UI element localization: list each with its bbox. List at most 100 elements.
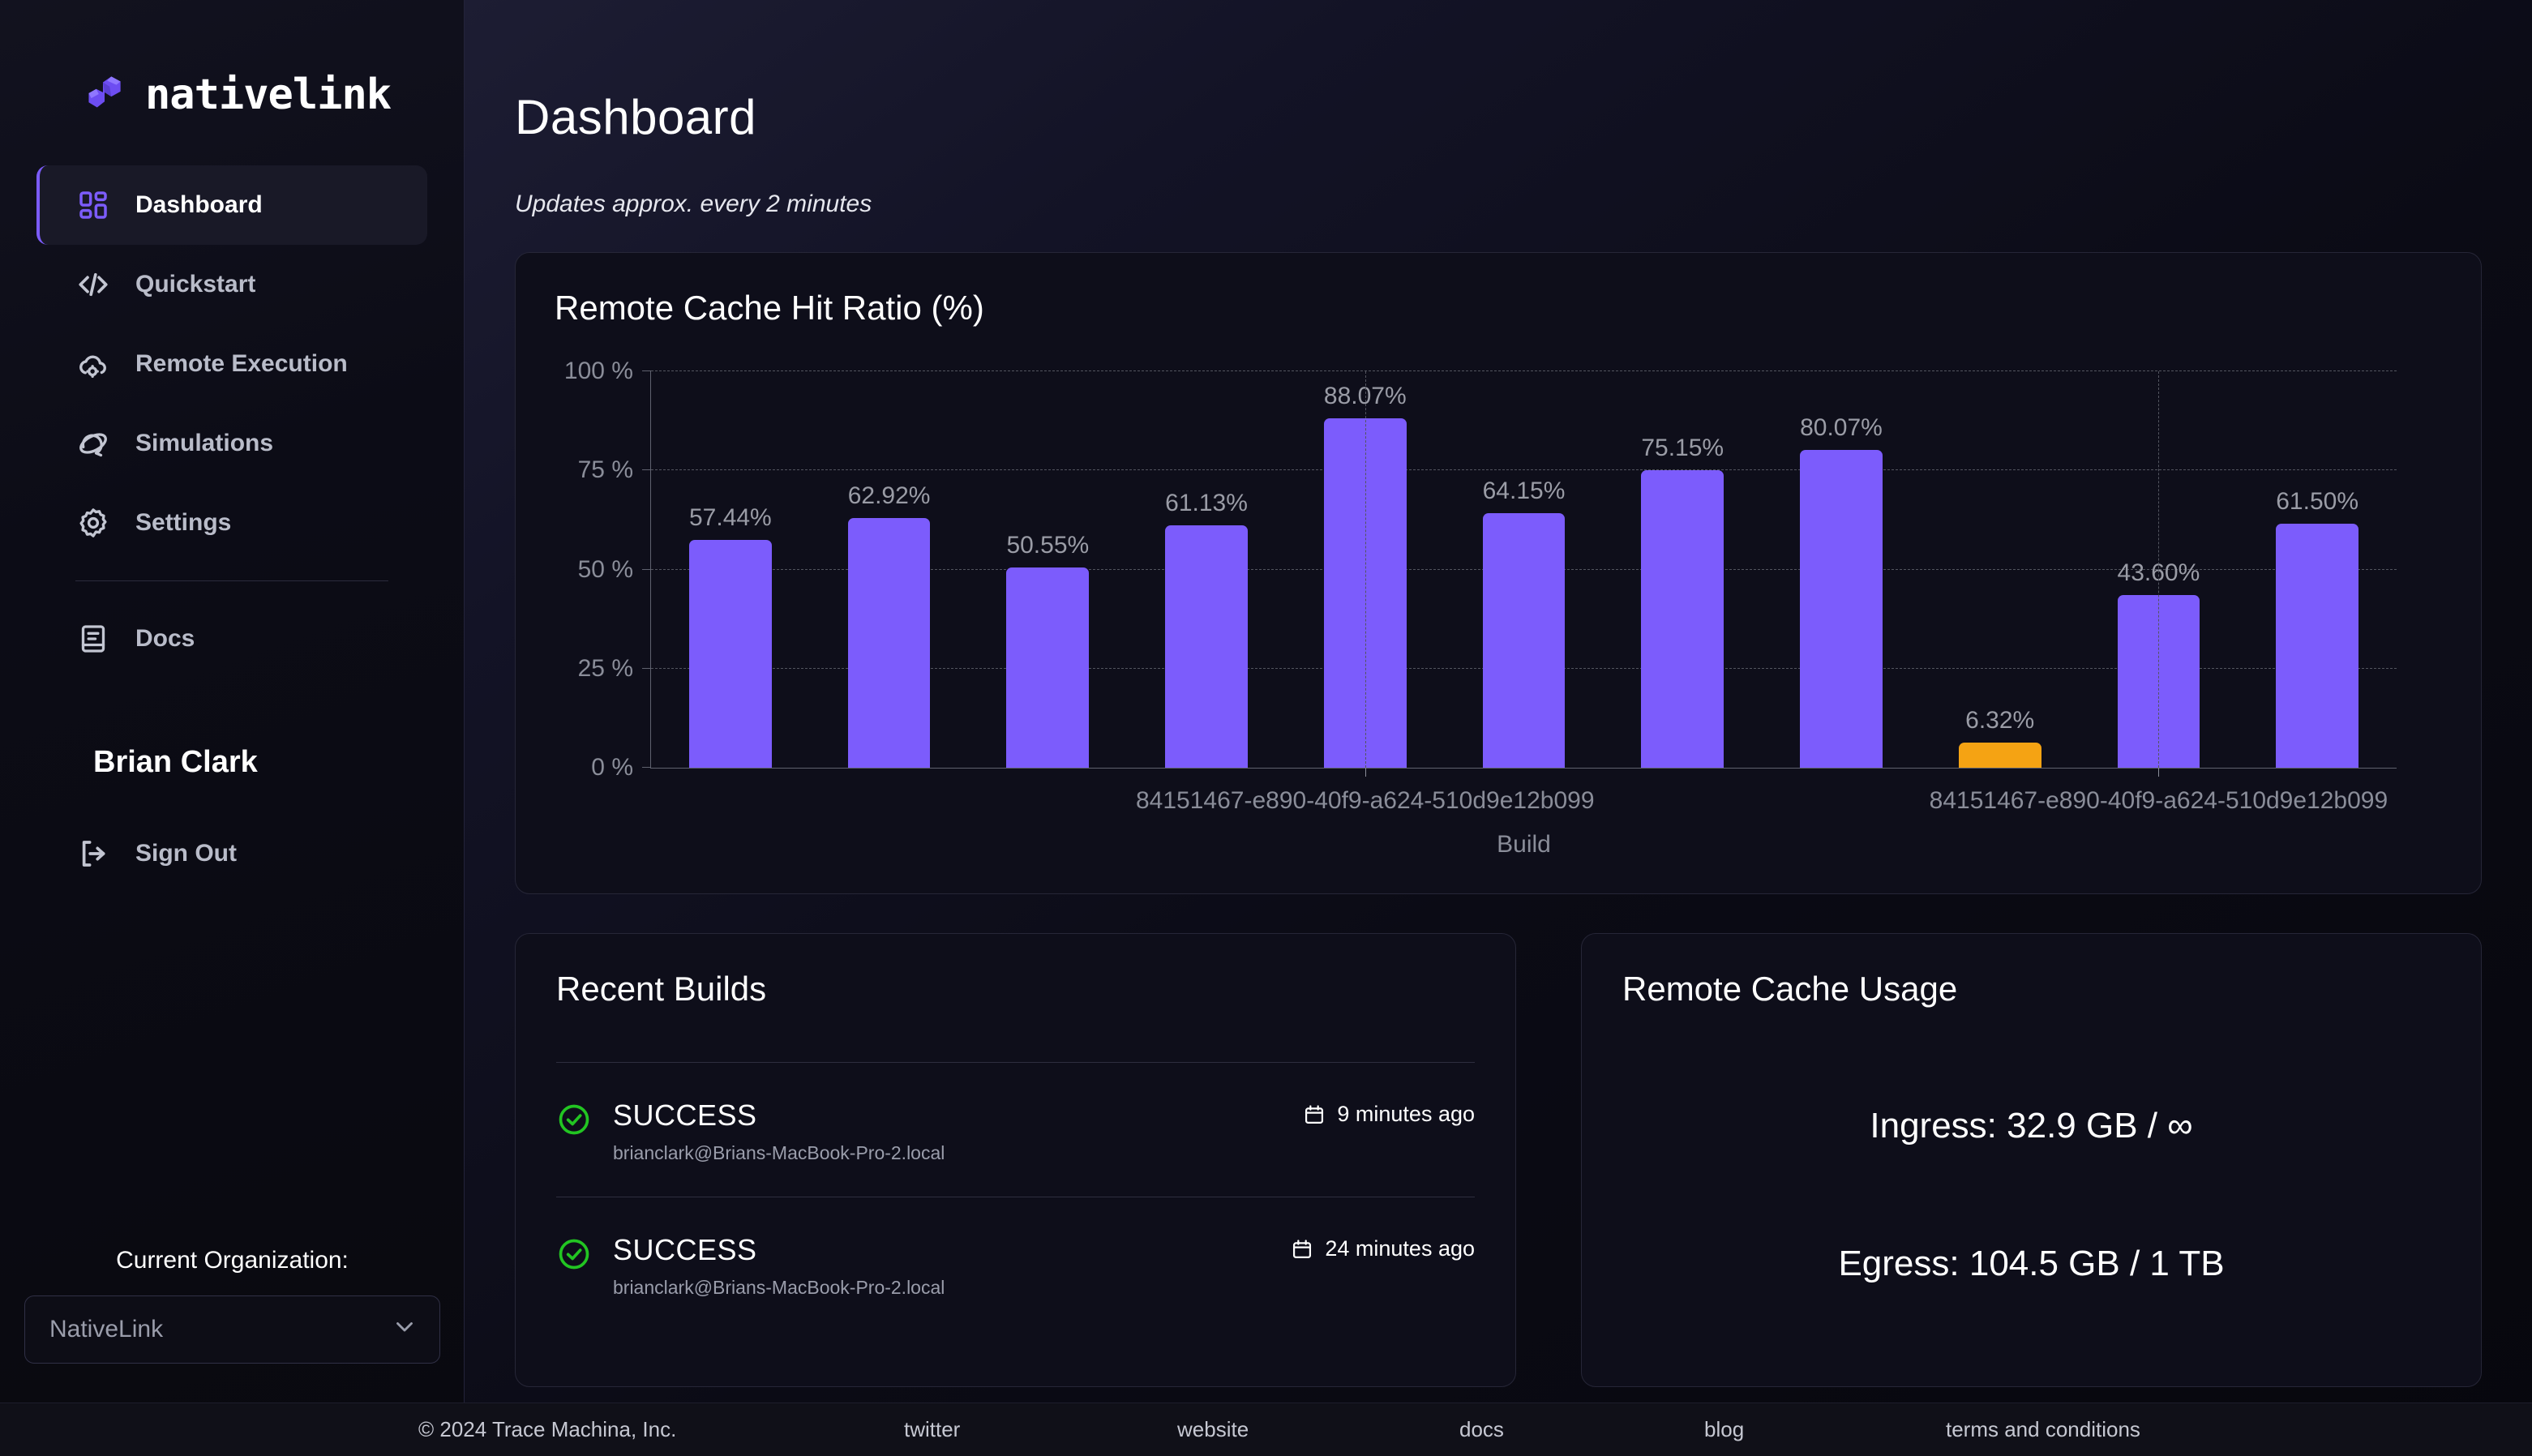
chart-y-tick (642, 568, 651, 570)
chart-bar-value-label: 50.55% (1006, 531, 1090, 559)
chart-bar-value-label: 6.32% (1965, 707, 2035, 734)
sidebar-item-label: Remote Execution (135, 350, 348, 377)
chart-y-tick-label: 50 % (577, 555, 633, 583)
orbit-icon (75, 426, 111, 461)
chart-x-tick-label: 84151467-e890-40f9-a624-510d9e12b099 (1929, 787, 2388, 814)
sidebar-item-label: Simulations (135, 430, 274, 456)
build-text-block: SUCCESS brianclark@Brians-MacBook-Pro-2.l… (613, 1098, 945, 1164)
calendar-icon (1303, 1103, 1326, 1126)
sidebar-item-label: Docs (135, 625, 195, 652)
nativelink-logo-icon (77, 68, 131, 122)
remote-cache-usage-card: Remote Cache Usage Ingress: 32.9 GB / ∞ … (1581, 933, 2482, 1387)
build-status: SUCCESS (613, 1098, 757, 1132)
recent-builds-card: Recent Builds SUCCESS brianclark@Brians-M… (515, 933, 1516, 1387)
chart-bar[interactable] (1165, 525, 1248, 768)
chart-bar-value-label: 62.92% (847, 482, 931, 510)
build-info: SUCCESS brianclark@Brians-MacBook-Pro-2.l… (556, 1098, 1303, 1164)
chart-gridline-v (2158, 371, 2160, 768)
bottom-cards-row: Recent Builds SUCCESS brianclark@Brians-M… (515, 933, 2482, 1387)
footer: © 2024 Trace Machina, Inc. twitter websi… (0, 1402, 2532, 1456)
build-list-item[interactable]: SUCCESS brianclark@Brians-MacBook-Pro-2.l… (556, 1197, 1475, 1331)
brand[interactable]: nativelink (0, 50, 464, 139)
organization-label: Current Organization: (116, 1247, 349, 1274)
sign-out-button[interactable]: Sign Out (36, 814, 427, 893)
code-brackets-icon (75, 267, 111, 302)
sidebar-item-label: Settings (135, 509, 232, 536)
gear-icon (75, 505, 111, 541)
chart-y-tick (642, 370, 651, 371)
build-status: SUCCESS (613, 1233, 757, 1266)
chart-y-tick-label: 0 % (591, 754, 633, 781)
chart-bar[interactable] (1482, 513, 1566, 768)
sidebar-item-label: Quickstart (135, 271, 256, 298)
footer-link-website[interactable]: website (1177, 1417, 1249, 1442)
chart-bar[interactable] (1006, 567, 1090, 768)
build-timestamp: 24 minutes ago (1291, 1236, 1475, 1261)
builds-list: SUCCESS brianclark@Brians-MacBook-Pro-2.l… (556, 1063, 1475, 1331)
chart-bar[interactable] (1800, 450, 1883, 768)
sidebar-item-dashboard[interactable]: Dashboard (36, 165, 427, 245)
footer-link-docs[interactable]: docs (1459, 1417, 1504, 1442)
chart-title: Remote Cache Hit Ratio (%) (555, 289, 984, 327)
cache-hit-ratio-card: Remote Cache Hit Ratio (%) 0 % 25 % 50 % 75… (515, 252, 2482, 894)
chart-bar[interactable] (1958, 743, 2041, 768)
chart-bar[interactable] (2276, 524, 2358, 768)
sidebar-item-settings[interactable]: Settings (36, 483, 427, 563)
sidebar-item-label: Dashboard (135, 191, 263, 218)
sign-out-icon (75, 836, 111, 871)
chart-bar[interactable] (847, 518, 931, 768)
ingress-value: Ingress: 32.9 GB / ∞ (1870, 1106, 2193, 1146)
chart-bar[interactable] (1641, 469, 1724, 768)
chevron-down-icon (391, 1313, 418, 1347)
build-text-block: SUCCESS brianclark@Brians-MacBook-Pro-2.l… (613, 1233, 945, 1299)
chart-y-tick (642, 667, 651, 669)
chart-x-tick-label: 84151467-e890-40f9-a624-510d9e12b099 (1136, 787, 1595, 814)
grid-icon (75, 187, 111, 223)
sidebar-item-simulations[interactable]: Simulations (36, 404, 427, 483)
chart-y-tick-label: 75 % (577, 456, 633, 484)
dashboard-app: nativelink Dashboard Quickstart Remote E… (0, 0, 2532, 1456)
chart-plot-area: 0 % 25 % 50 % 75 % 100 % 57.44% 62.92% 50.55% 61… (564, 358, 2397, 858)
page-title: Dashboard (515, 90, 757, 144)
organization-value: NativeLink (49, 1316, 164, 1343)
user-name: Brian Clark (93, 745, 258, 779)
chart-bar-value-label: 64.15% (1482, 477, 1566, 505)
organization-select[interactable]: NativeLink (24, 1295, 440, 1364)
chart-y-tick-label: 25 % (577, 654, 633, 682)
footer-copyright: © 2024 Trace Machina, Inc. (418, 1417, 677, 1441)
build-time-text: 24 minutes ago (1325, 1236, 1475, 1261)
chart-bar-value-label: 61.13% (1165, 490, 1248, 517)
chart-bar[interactable] (688, 540, 772, 768)
remote-cache-usage-title: Remote Cache Usage (1622, 970, 1958, 1008)
footer-link-twitter[interactable]: twitter (904, 1417, 960, 1442)
chart-bar-value-label: 57.44% (688, 504, 772, 532)
sidebar-item-remote-execution[interactable]: Remote Execution (36, 324, 427, 404)
sidebar-item-docs[interactable]: Docs (36, 599, 427, 679)
build-host: brianclark@Brians-MacBook-Pro-2.local (613, 1142, 945, 1163)
chart-y-tick (642, 469, 651, 471)
build-timestamp: 9 minutes ago (1303, 1102, 1475, 1127)
brand-name: nativelink (145, 71, 392, 119)
chart-bar-value-label: 80.07% (1800, 414, 1883, 442)
calendar-icon (1291, 1238, 1313, 1261)
chart-gridline-h (651, 469, 2397, 471)
build-info: SUCCESS brianclark@Brians-MacBook-Pro-2.l… (556, 1233, 1291, 1299)
sidebar-item-quickstart[interactable]: Quickstart (36, 245, 427, 324)
footer-link-blog[interactable]: blog (1704, 1417, 1744, 1442)
cloud-gear-icon (75, 346, 111, 382)
chart-x-tick (2158, 768, 2160, 777)
page-subtitle: Updates approx. every 2 minutes (515, 191, 872, 217)
recent-builds-title: Recent Builds (556, 970, 767, 1008)
chart-gridline-h (651, 370, 2397, 371)
build-list-item[interactable]: SUCCESS brianclark@Brians-MacBook-Pro-2.l… (556, 1063, 1475, 1197)
build-host: brianclark@Brians-MacBook-Pro-2.local (613, 1277, 945, 1298)
book-icon (75, 621, 111, 657)
cache-hit-ratio-chart[interactable]: 0 % 25 % 50 % 75 % 100 % 57.44% 62.92% 50.55% 61… (555, 358, 2442, 858)
footer-link-terms[interactable]: terms and conditions (1946, 1417, 2140, 1442)
chart-y-tick-label: 100 % (563, 358, 633, 384)
sign-out-label: Sign Out (135, 840, 237, 867)
chart-x-tick (1365, 768, 1366, 777)
check-circle-icon (556, 1236, 592, 1272)
chart-y-tick (642, 767, 651, 768)
build-time-text: 9 minutes ago (1337, 1102, 1475, 1126)
